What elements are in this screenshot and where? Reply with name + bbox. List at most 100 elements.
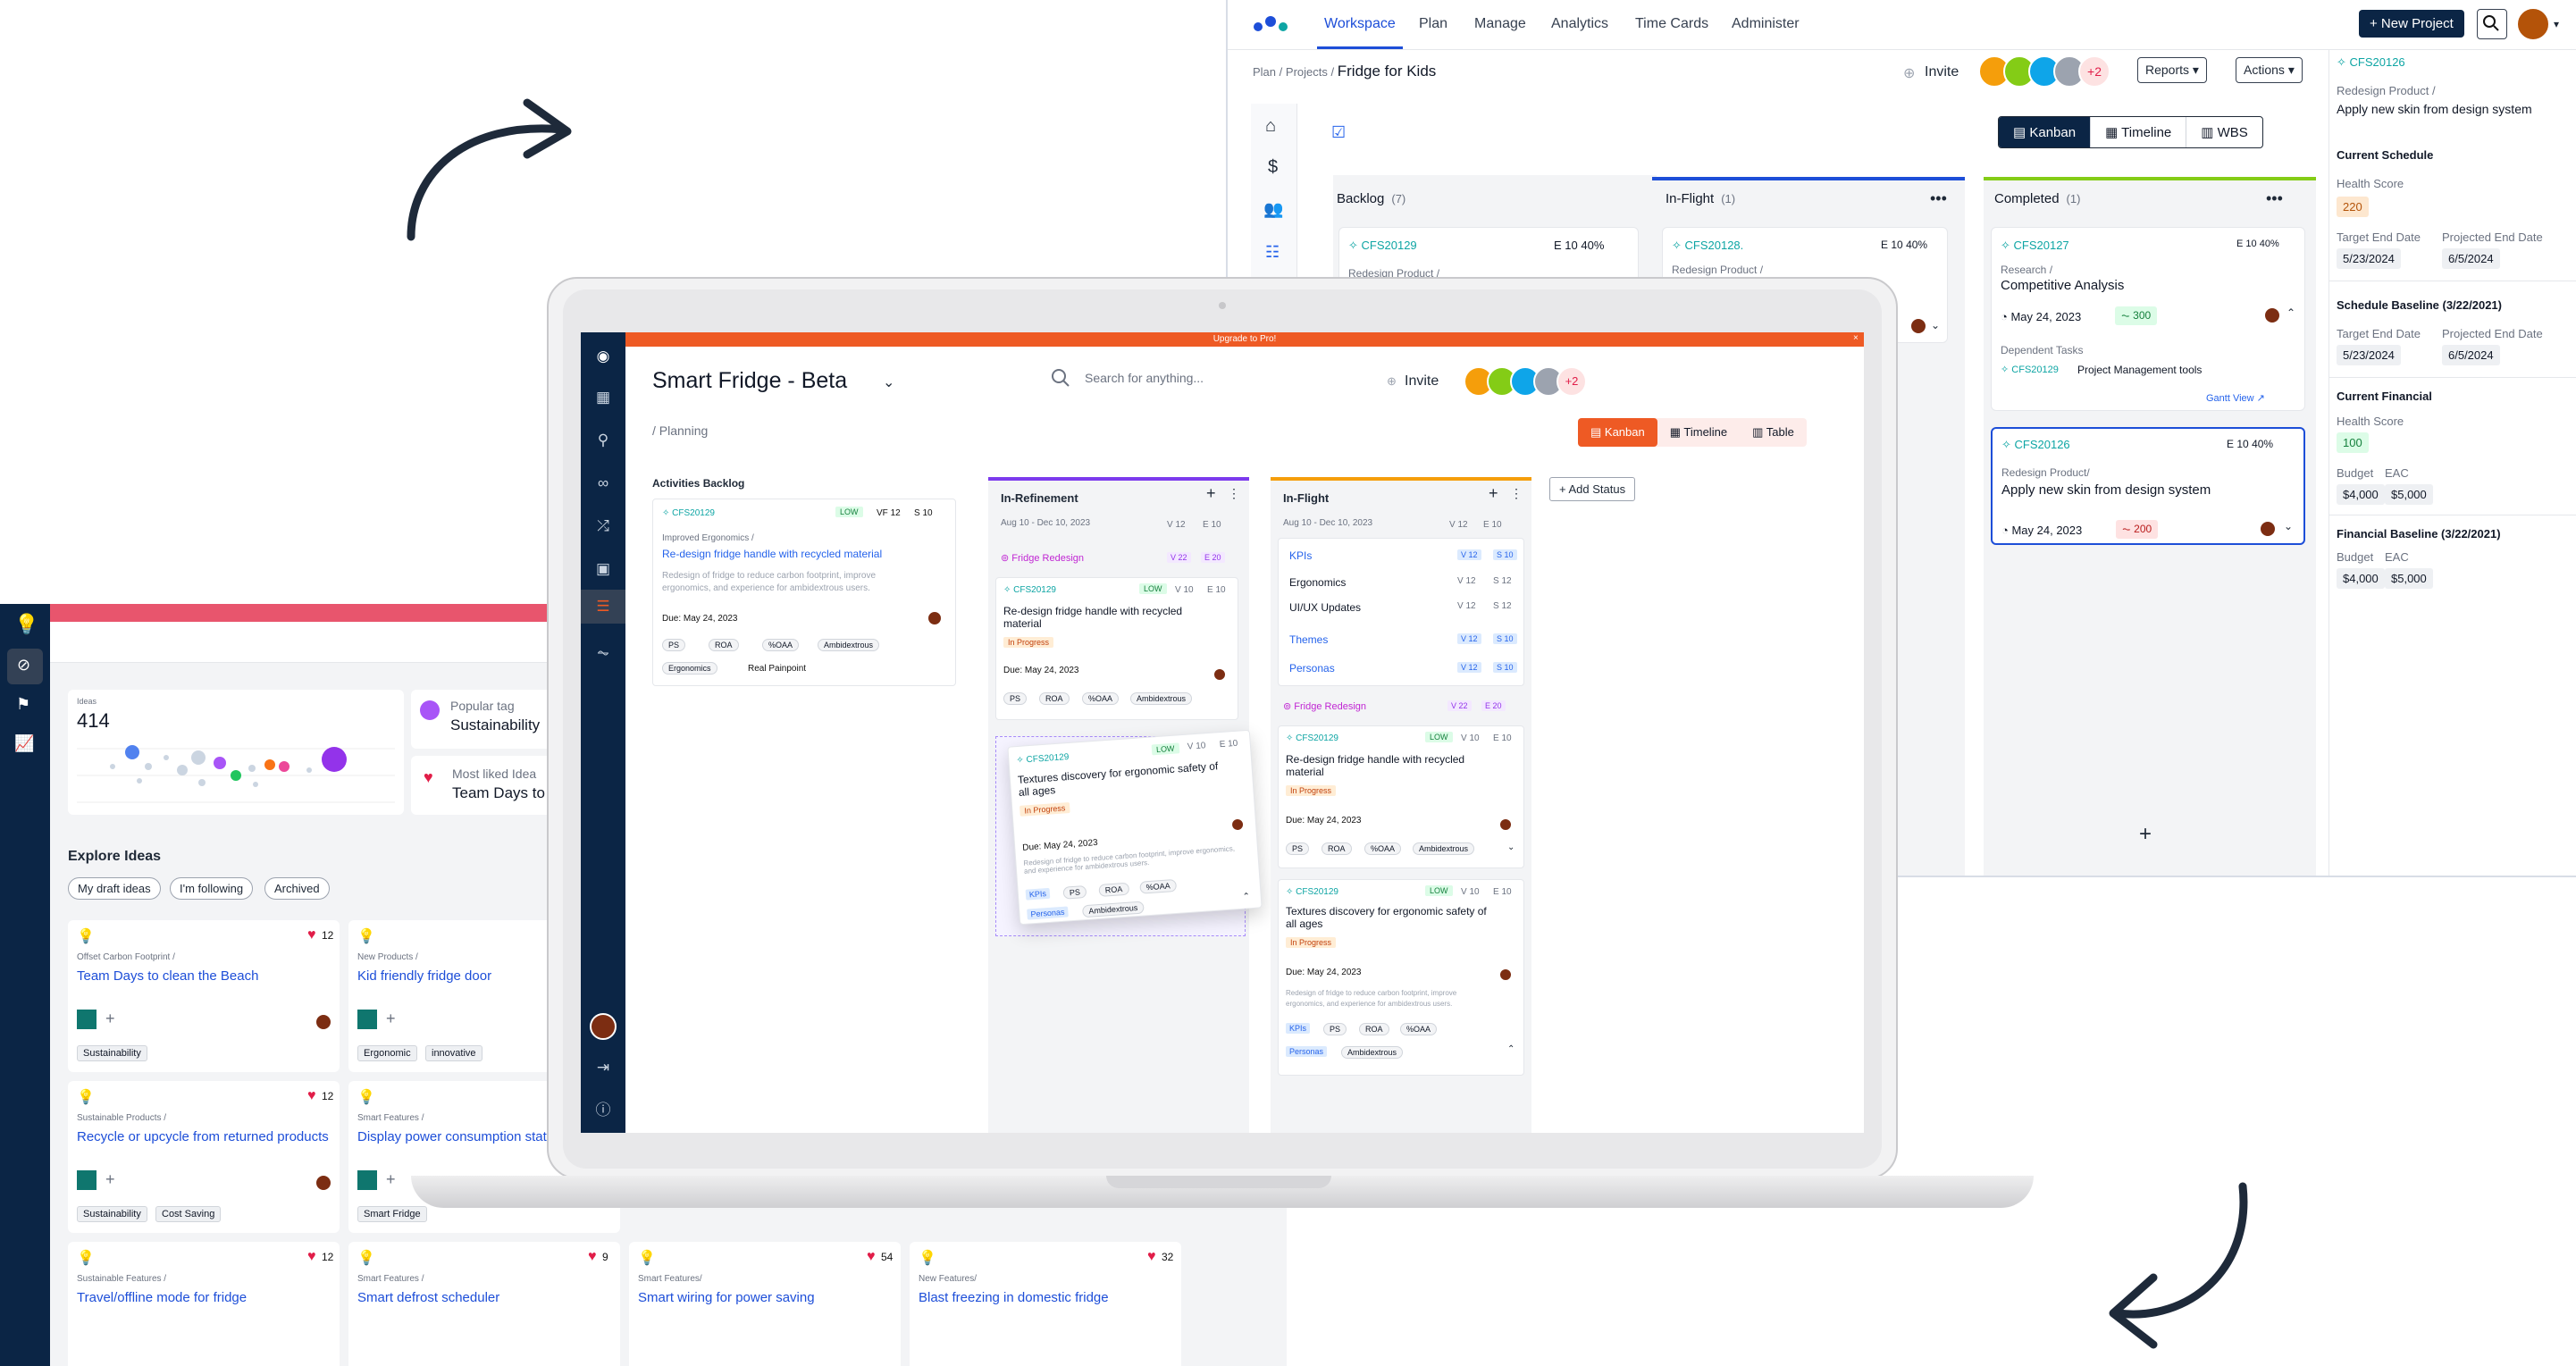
backlog-card[interactable]: ✧ CFS20129 LOW VF 12 S 10 Improved Ergon… <box>652 499 956 686</box>
tag[interactable]: %OAA <box>1400 1023 1438 1035</box>
gantt-view-link[interactable]: Gantt View ↗ <box>2206 392 2265 404</box>
calendar-icon[interactable]: ▣ <box>593 559 613 579</box>
explore-nav[interactable]: ⊘ <box>7 649 43 684</box>
chevron-down-icon[interactable]: ⌄ <box>883 373 894 391</box>
add-icon[interactable]: + <box>386 1170 396 1189</box>
search-button[interactable] <box>2477 9 2507 39</box>
chevron-down-icon[interactable]: ⌄ <box>2284 520 2293 532</box>
task-card-selected[interactable]: ✧ CFS20126 E 10 40% Redesign Product/ Ap… <box>1991 427 2305 545</box>
flag-icon[interactable]: ⚑ <box>16 695 30 714</box>
like-icon[interactable]: ♥ <box>588 1249 597 1265</box>
chevron-up-icon[interactable]: ⌃ <box>1507 1044 1515 1054</box>
add-icon[interactable]: + <box>1489 484 1498 503</box>
tag[interactable]: %OAA <box>1139 878 1178 894</box>
user-avatar[interactable] <box>2516 7 2550 41</box>
tag[interactable]: ROA <box>1359 1023 1389 1035</box>
task-id[interactable]: ✧ CFS20129 <box>1016 752 1070 766</box>
idea-tag[interactable]: Cost Saving <box>155 1206 222 1222</box>
chevron-down-icon[interactable]: ⌄ <box>1931 319 1940 331</box>
tag[interactable]: PS <box>1286 842 1310 855</box>
task-title[interactable]: material <box>1286 766 1324 778</box>
kpi-link[interactable]: KPIs <box>1286 1023 1311 1034</box>
task-title[interactable]: Apply new skin from design system <box>2001 482 2211 498</box>
idea-tag[interactable]: Smart Fridge <box>357 1206 427 1222</box>
view-wbs[interactable]: ▥ WBS <box>2186 117 2262 147</box>
tag[interactable]: ROA <box>1098 882 1129 897</box>
tag[interactable]: PS <box>1003 692 1028 705</box>
more-members-badge[interactable]: +2 <box>1557 366 1587 397</box>
home-icon[interactable]: ⌂ <box>1265 116 1276 137</box>
idea-title[interactable]: Travel/offline mode for fridge <box>77 1290 247 1305</box>
reports-dropdown[interactable]: Reports ▾ <box>2137 57 2207 83</box>
idea-title[interactable]: Blast freezing in domestic fridge <box>919 1290 1109 1305</box>
personas-link[interactable]: Personas <box>1027 906 1069 920</box>
filter-archived[interactable]: Archived <box>264 877 330 900</box>
grid-icon[interactable]: ▦ <box>593 388 613 407</box>
chevron-down-icon[interactable]: ▾ <box>2554 18 2559 30</box>
category-row[interactable]: UI/UX Updates <box>1289 601 1361 614</box>
nav-manage[interactable]: Manage <box>1474 16 1526 32</box>
task-id[interactable]: ✧ CFS20129 <box>1348 239 1417 253</box>
idea-card[interactable]: 💡 ♥ 32 New Features/ Blast freezing in do… <box>910 1242 1181 1366</box>
task-id[interactable]: ✧ CFS20129 <box>1003 585 1056 595</box>
crumb-projects[interactable]: Projects <box>1286 65 1328 79</box>
view-kanban[interactable]: ▤ Kanban <box>1999 117 2092 147</box>
task-id[interactable]: ✧ CFS20129 <box>1286 887 1338 897</box>
add-icon[interactable]: + <box>1206 484 1216 503</box>
upgrade-banner[interactable]: Upgrade to Pro! <box>625 332 1864 347</box>
category-row[interactable]: KPIs <box>1289 549 1312 562</box>
checklist-icon[interactable]: ☑ <box>1331 123 1346 142</box>
actions-dropdown[interactable]: Actions ▾ <box>2236 57 2303 83</box>
task-title[interactable]: Re-design fridge handle with recycled <box>1286 753 1464 766</box>
view-table[interactable]: ▥ Table <box>1740 418 1807 447</box>
task-title[interactable]: Textures discovery for ergonomic safety … <box>1286 905 1487 918</box>
add-icon[interactable]: + <box>105 1170 115 1189</box>
idea-card[interactable]: 💡 ♥ 54 Smart Features/ Smart wiring for p… <box>629 1242 901 1366</box>
idea-tag[interactable]: Sustainability <box>77 1045 147 1061</box>
view-timeline[interactable]: ▦ Timeline <box>1657 418 1740 447</box>
pin-icon[interactable]: ⚲ <box>593 431 613 450</box>
tag[interactable]: ROA <box>709 639 739 651</box>
idea-card[interactable]: 💡 ♥ 12 Sustainable Features / Travel/offl… <box>68 1242 340 1366</box>
task-id[interactable]: ✧ CFS20128. <box>1672 239 1743 253</box>
tag[interactable]: Ergonomics <box>662 662 717 675</box>
pulse-icon[interactable]: ⏦ <box>593 643 613 663</box>
task-card[interactable]: ✧ CFS20129 LOW V 10 E 10 Re-design fridg… <box>995 577 1238 720</box>
category-row[interactable]: Ergonomics <box>1289 576 1346 589</box>
idea-tag[interactable]: Sustainability <box>77 1206 147 1222</box>
task-title[interactable]: Re-design fridge handle with recycled ma… <box>662 548 882 560</box>
idea-card[interactable]: 💡 ♥ 12 Offset Carbon Footprint / Team Day… <box>68 920 340 1072</box>
idea-title[interactable]: Smart defrost scheduler <box>357 1290 499 1305</box>
tag[interactable]: ROA <box>1039 692 1070 705</box>
filter-following[interactable]: I'm following <box>170 877 254 900</box>
tag[interactable]: %OAA <box>1082 692 1120 705</box>
invite-button[interactable]: Invite <box>1925 64 1959 80</box>
tag[interactable]: PS <box>1062 884 1087 900</box>
add-icon[interactable]: + <box>105 1010 115 1028</box>
close-icon[interactable]: × <box>1853 333 1859 343</box>
like-icon[interactable]: ♥ <box>1147 1249 1156 1265</box>
task-title[interactable]: Re-design fridge handle with recycled <box>1003 605 1182 617</box>
tag[interactable]: PS <box>1323 1023 1347 1035</box>
task-title[interactable]: material <box>1003 617 1042 630</box>
like-icon[interactable]: ♥ <box>307 1249 316 1265</box>
like-icon[interactable]: ♥ <box>867 1249 876 1265</box>
group-header[interactable]: ⊚ Fridge Redesign <box>1001 552 1084 564</box>
idea-tag[interactable]: innovative <box>425 1045 482 1061</box>
task-title[interactable]: Competitive Analysis <box>2001 278 2124 293</box>
user-avatar[interactable] <box>590 1013 617 1040</box>
idea-title[interactable]: Team Days to clean the Beach <box>77 968 258 984</box>
task-card[interactable]: ✧ CFS20129 LOW V 10 E 10 Textures discov… <box>1278 879 1524 1076</box>
view-timeline[interactable]: ▦ Timeline <box>2091 117 2187 147</box>
column-menu-icon[interactable]: ••• <box>2266 189 2283 208</box>
column-menu-icon[interactable]: ••• <box>1930 189 1947 208</box>
add-icon[interactable]: + <box>386 1010 396 1028</box>
personas-link[interactable]: Personas <box>1286 1046 1328 1057</box>
chevron-down-icon[interactable]: ⌄ <box>1507 842 1515 852</box>
idea-tag[interactable]: Ergonomic <box>357 1045 417 1061</box>
crumb-plan[interactable]: Plan <box>1253 65 1276 79</box>
task-card[interactable]: ✧ CFS20127 E 10 40% Research / Competiti… <box>1991 227 2305 411</box>
add-task-button[interactable]: + <box>2139 822 2152 847</box>
flow-icon[interactable]: ⤮ <box>593 516 613 536</box>
tasks-icon[interactable]: ☷ <box>1265 243 1280 262</box>
